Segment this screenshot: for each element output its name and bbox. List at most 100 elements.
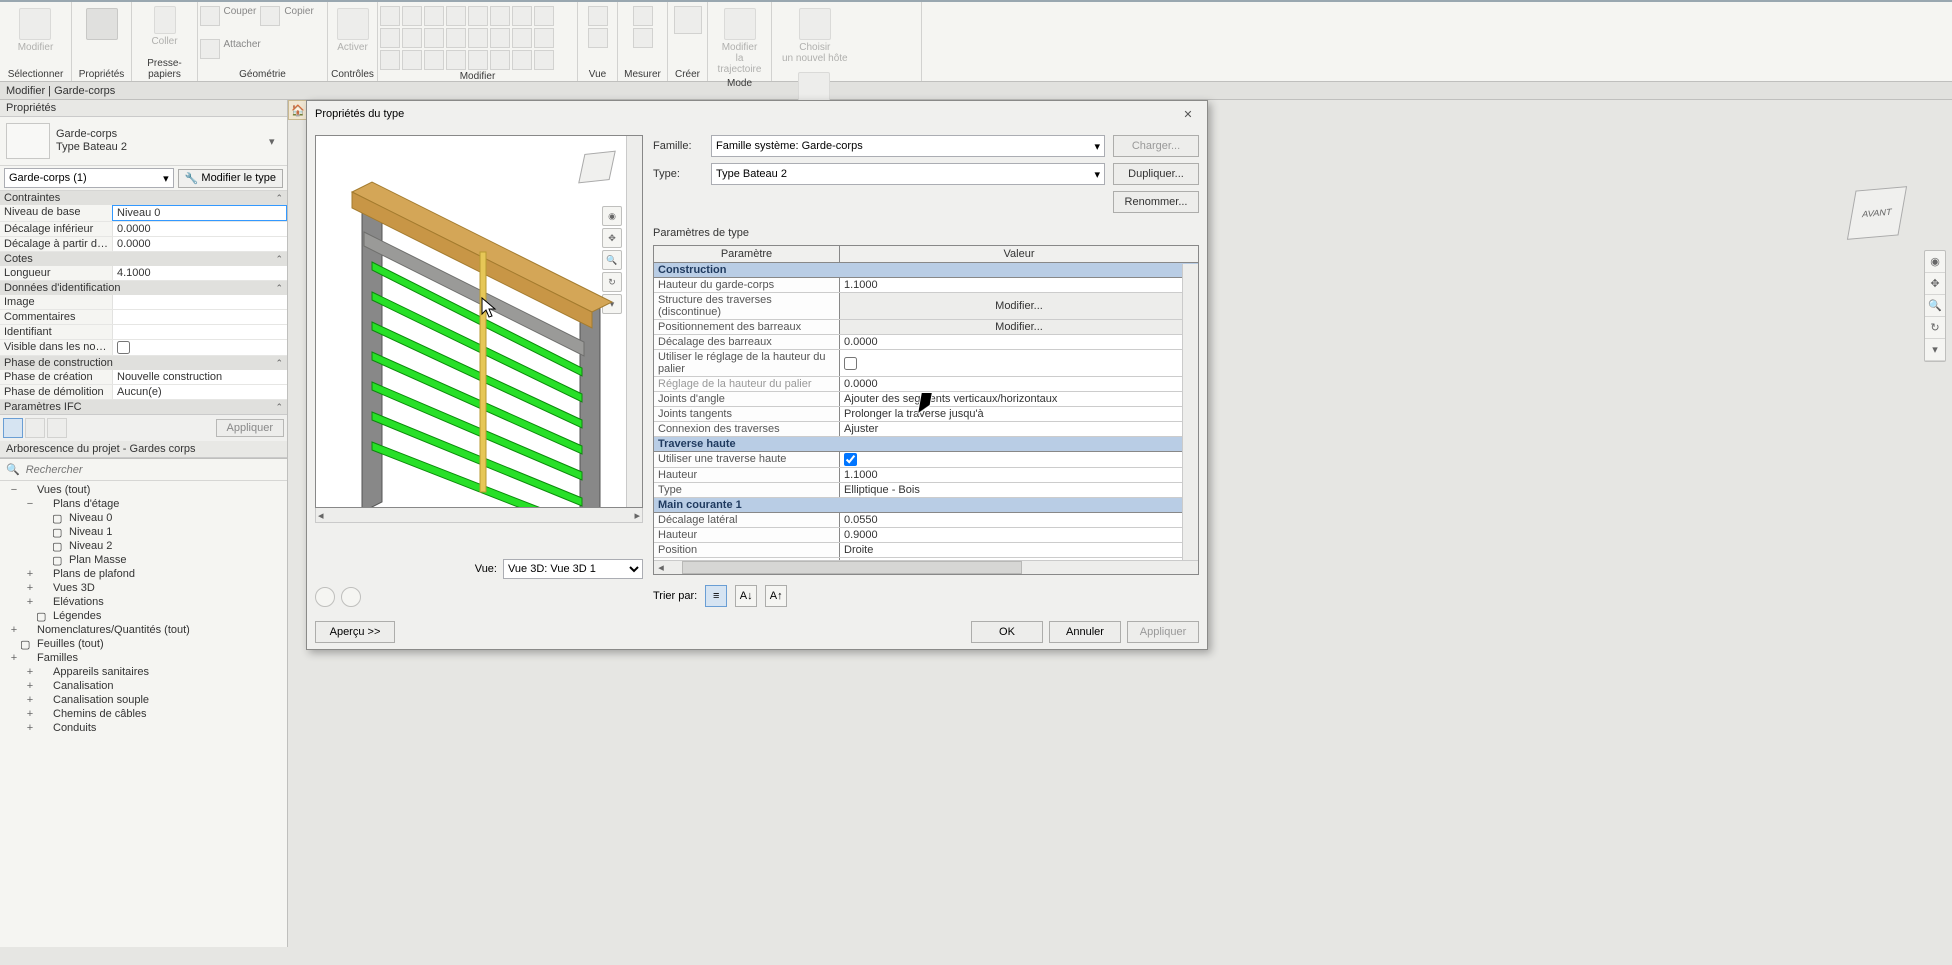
preview-toggle-icon[interactable] xyxy=(315,587,335,607)
expand-icon[interactable]: ▾ xyxy=(1925,339,1945,361)
tree-item[interactable]: +Canalisation xyxy=(0,679,287,693)
home-view-tab[interactable]: 🏠 xyxy=(288,100,308,120)
preview-scrollbar-h[interactable]: ◂▸ xyxy=(315,508,643,523)
tree-item[interactable]: +Elévations xyxy=(0,595,287,609)
prop-row[interactable]: Visible dans les nomen... xyxy=(0,340,287,356)
prop-row[interactable]: Phase de démolitionAucun(e) xyxy=(0,385,287,400)
type-dropdown[interactable]: Type Bateau 2▾ xyxy=(711,163,1105,185)
family-dropdown[interactable]: Famille système: Garde-corps▾ xyxy=(711,135,1105,157)
param-row[interactable]: Décalage latéral0.0550 xyxy=(654,513,1198,528)
tree-twisty[interactable]: + xyxy=(24,722,36,734)
tree-twisty[interactable]: + xyxy=(24,708,36,720)
param-row[interactable]: Réglage de la hauteur du palier0.0000 xyxy=(654,377,1198,392)
prop-group-identity[interactable]: Données d'identification⌃ xyxy=(0,281,287,295)
type-selector[interactable]: Garde-corps Type Bateau 2 ▾ xyxy=(0,117,287,166)
sort-asc-button[interactable]: A↓ xyxy=(735,585,757,607)
view-select[interactable]: Vue 3D: Vue 3D 1 xyxy=(503,559,643,579)
param-row[interactable]: Décalage des barreaux0.0000 xyxy=(654,335,1198,350)
tree-item[interactable]: −Vues (tout) xyxy=(0,483,287,497)
cut-geom-icon[interactable] xyxy=(260,6,280,26)
close-button[interactable]: ✕ xyxy=(1173,104,1203,124)
tree-twisty[interactable]: + xyxy=(24,596,36,608)
param-row[interactable]: Hauteur1.1000 xyxy=(654,468,1198,483)
join-icon[interactable] xyxy=(200,39,220,59)
prop-group-constraints[interactable]: Contraintes⌃ xyxy=(0,191,287,205)
tree-twisty[interactable]: − xyxy=(8,484,20,496)
tree-item[interactable]: +Nomenclatures/Quantités (tout) xyxy=(0,623,287,637)
rename-button[interactable]: Renommer... xyxy=(1113,191,1199,213)
sort-desc-button[interactable]: A↑ xyxy=(765,585,787,607)
tree-item[interactable]: +Conduits xyxy=(0,721,287,735)
tree-item[interactable]: +Vues 3D xyxy=(0,581,287,595)
viewcube[interactable]: AVANT xyxy=(1842,180,1912,250)
prop-row[interactable]: Phase de créationNouvelle construction xyxy=(0,370,287,385)
param-row[interactable]: Hauteur du garde-corps1.1000 xyxy=(654,278,1198,293)
preview-mode-icon[interactable] xyxy=(341,587,361,607)
param-row[interactable]: Joints tangentsProlonger la traverse jus… xyxy=(654,407,1198,422)
param-row[interactable]: Hauteur0.9000 xyxy=(654,528,1198,543)
tree-twisty[interactable]: + xyxy=(24,694,36,706)
param-row[interactable]: Utiliser une traverse haute xyxy=(654,452,1198,468)
tree-item[interactable]: +Familles xyxy=(0,651,287,665)
tree-item[interactable]: −Plans d'étage xyxy=(0,497,287,511)
param-row[interactable]: Positionnement des barreauxModifier... xyxy=(654,320,1198,335)
param-row[interactable]: PositionDroite xyxy=(654,543,1198,558)
dialog-titlebar[interactable]: Propriétés du type ✕ xyxy=(307,101,1207,127)
properties-icon[interactable] xyxy=(86,8,118,40)
tree-twisty[interactable]: + xyxy=(24,568,36,580)
duplicate-button[interactable]: Dupliquer... xyxy=(1113,163,1199,185)
table-scrollbar-h[interactable]: ◂ xyxy=(654,560,1198,574)
param-edit-button[interactable]: Modifier... xyxy=(840,320,1198,334)
tree-twisty[interactable]: + xyxy=(24,582,36,594)
prop-row[interactable]: Longueur4.1000 xyxy=(0,266,287,281)
tree-item[interactable]: ▢Niveau 0 xyxy=(0,511,287,525)
prop-group-ifc[interactable]: Paramètres IFC⌃ xyxy=(0,400,287,414)
prop-row[interactable]: Commentaires xyxy=(0,310,287,325)
prop-row[interactable]: Décalage inférieur0.0000 xyxy=(0,222,287,237)
tree-twisty[interactable]: + xyxy=(8,624,20,636)
tree-twisty[interactable]: − xyxy=(24,498,36,510)
search-input[interactable] xyxy=(26,464,281,476)
tree-item[interactable]: ▢Feuilles (tout) xyxy=(0,637,287,651)
full-nav-icon[interactable]: ◉ xyxy=(1925,251,1945,273)
prop-group-phasing[interactable]: Phase de construction⌃ xyxy=(0,356,287,370)
prop-row[interactable]: Décalage à partir de la t...0.0000 xyxy=(0,237,287,252)
tree-twisty[interactable]: + xyxy=(8,652,20,664)
sort-az-button[interactable] xyxy=(25,418,45,438)
dialog-apply-button[interactable]: Appliquer xyxy=(1127,621,1199,643)
activate-icon[interactable] xyxy=(337,8,369,40)
chevron-down-icon[interactable]: ▾ xyxy=(269,135,281,148)
prop-row[interactable]: Niveau de baseNiveau 0 xyxy=(0,205,287,222)
sort-za-button[interactable] xyxy=(47,418,67,438)
ok-button[interactable]: OK xyxy=(971,621,1043,643)
edit-type-button[interactable]: 🔧 Modifier le type xyxy=(178,169,283,188)
load-button[interactable]: Charger... xyxy=(1113,135,1199,157)
preview-toggle-button[interactable]: Aperçu >> xyxy=(315,621,395,643)
tree-item[interactable]: +Chemins de câbles xyxy=(0,707,287,721)
tree-twisty[interactable]: + xyxy=(24,666,36,678)
modify-button[interactable]: Modifier xyxy=(10,6,62,55)
prop-row[interactable]: Identifiant xyxy=(0,325,287,340)
orbit-icon[interactable]: ↻ xyxy=(1925,317,1945,339)
tree-item[interactable]: ▢Plan Masse xyxy=(0,553,287,567)
param-row[interactable]: Structure des traverses (discontinue)Mod… xyxy=(654,293,1198,320)
preview-viewport[interactable]: ◉✥🔍↻▾ xyxy=(315,135,643,508)
param-row[interactable]: Connexion des traversesAjuster xyxy=(654,422,1198,437)
browser-search[interactable]: 🔍 xyxy=(0,459,287,481)
param-row[interactable]: TypeElliptique - Bois xyxy=(654,483,1198,498)
paste-icon[interactable] xyxy=(154,6,176,34)
tree-item[interactable]: ▢Légendes xyxy=(0,609,287,623)
tree-item[interactable]: ▢Niveau 1 xyxy=(0,525,287,539)
prop-row[interactable]: Image xyxy=(0,295,287,310)
cope-icon[interactable] xyxy=(200,6,220,26)
sort-category-button[interactable] xyxy=(3,418,23,438)
tree-twisty[interactable]: + xyxy=(24,680,36,692)
pan-icon[interactable]: ✥ xyxy=(1925,273,1945,295)
preview-scrollbar-v[interactable] xyxy=(626,136,642,507)
tree-item[interactable]: +Plans de plafond xyxy=(0,567,287,581)
tree-item[interactable]: +Canalisation souple xyxy=(0,693,287,707)
zoom-icon[interactable]: 🔍 xyxy=(1925,295,1945,317)
sort-grouped-button[interactable]: ≡ xyxy=(705,585,727,607)
apply-button[interactable]: Appliquer xyxy=(216,419,284,437)
tree-item[interactable]: +Appareils sanitaires xyxy=(0,665,287,679)
